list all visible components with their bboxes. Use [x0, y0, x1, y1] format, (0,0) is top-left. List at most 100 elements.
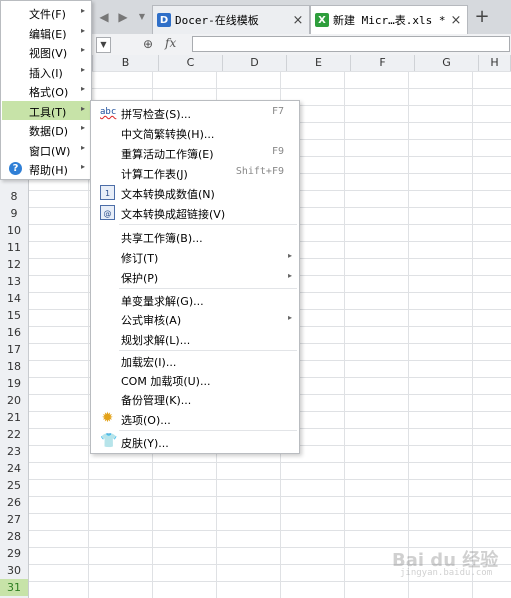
new-tab-button[interactable]: +: [472, 7, 492, 27]
chevron-right-icon: ▸: [287, 313, 292, 322]
menu-item-edit[interactable]: 编辑(E) ▸: [2, 23, 91, 43]
tab-spreadsheet[interactable]: X 新建 Micr…表.xls * ×: [310, 5, 468, 34]
menu-item-help[interactable]: ? 帮助(H) ▸: [2, 159, 91, 179]
row-header-item[interactable]: 28: [0, 528, 28, 545]
menu-item-com-addins[interactable]: COM 加载项(U)...: [92, 370, 298, 390]
close-icon[interactable]: ×: [291, 13, 305, 28]
row-header-item[interactable]: 19: [0, 375, 28, 392]
column-header-b[interactable]: B: [93, 55, 159, 71]
menu-item-label: COM 加载项(U)...: [121, 375, 211, 388]
menu-item-label: 文件(F): [29, 8, 66, 21]
row-header-item-selected[interactable]: 31: [0, 579, 28, 596]
column-header-h[interactable]: H: [479, 55, 511, 71]
menu-item-calc-sheet[interactable]: 计算工作表(J) Shift+F9: [92, 163, 298, 183]
row-header-item[interactable]: 14: [0, 290, 28, 307]
menu-item-backup[interactable]: 备份管理(K)...: [92, 389, 298, 409]
column-header-f[interactable]: F: [351, 55, 415, 71]
menu-item-share-workbook[interactable]: 共享工作簿(B)...: [92, 227, 298, 247]
menu-item-formula-audit[interactable]: 公式审核(A) ▸: [92, 309, 298, 329]
row-header-item[interactable]: 22: [0, 426, 28, 443]
column-header-g[interactable]: G: [415, 55, 479, 71]
menu-item-label: 修订(T): [121, 252, 159, 265]
menu-item-addins[interactable]: 加载宏(I)...: [92, 351, 298, 371]
row-header-item[interactable]: 21: [0, 409, 28, 426]
zoom-icon[interactable]: ⊕: [143, 36, 159, 52]
menu-item-format[interactable]: 格式(O) ▸: [2, 81, 91, 101]
row-header-item[interactable]: 11: [0, 239, 28, 256]
menu-item-spell-check[interactable]: abc 拼写检查(S)... F7: [92, 103, 298, 123]
tab-docer[interactable]: D Docer-在线模板 ×: [152, 5, 310, 34]
row-header-item[interactable]: 16: [0, 324, 28, 341]
menu-item-label: 格式(O): [29, 86, 69, 99]
help-icon: ?: [9, 162, 22, 175]
row-header-item[interactable]: 13: [0, 273, 28, 290]
docer-icon: D: [157, 13, 171, 27]
chevron-right-icon: ▸: [80, 6, 85, 15]
menu-item-label: 公式审核(A): [121, 314, 182, 327]
row-header-item[interactable]: 23: [0, 443, 28, 460]
menu-item-skin[interactable]: 👕 皮肤(Y)...: [92, 432, 298, 452]
menu-separator: [119, 224, 297, 225]
spell-check-icon: abc: [100, 107, 117, 117]
row-header-item[interactable]: 17: [0, 341, 28, 358]
menu-item-label: 共享工作簿(B)...: [121, 232, 203, 245]
menu-item-protection[interactable]: 保护(P) ▸: [92, 267, 298, 287]
shortcut-label: F9: [271, 146, 284, 157]
menu-item-file[interactable]: 文件(F) ▸: [2, 3, 91, 23]
row-header-item[interactable]: 25: [0, 477, 28, 494]
menu-item-label: 中文简繁转换(H)...: [121, 128, 215, 141]
chevron-right-icon: ▸: [80, 142, 85, 152]
row-header-item[interactable]: 20: [0, 392, 28, 409]
chevron-right-icon: ▸: [80, 103, 85, 113]
row-header-item[interactable]: 24: [0, 460, 28, 477]
menu-item-label: 保护(P): [121, 272, 159, 285]
menu-item-label: 备份管理(K)...: [121, 394, 192, 407]
namebox-dropdown-icon[interactable]: ▼: [96, 37, 111, 53]
column-header-e[interactable]: E: [287, 55, 351, 71]
menu-item-tools[interactable]: 工具(T) ▸: [2, 100, 91, 120]
row-header-item[interactable]: 29: [0, 545, 28, 562]
menu-item-label: 文本转换成数值(N): [121, 188, 215, 201]
chevron-right-icon: ▸: [80, 162, 85, 171]
menu-item-window[interactable]: 窗口(W) ▸: [2, 140, 91, 160]
menu-item-label: 编辑(E): [29, 27, 67, 41]
chevron-right-icon: ▸: [80, 64, 85, 74]
menu-separator: [119, 430, 297, 431]
menu-item-solver[interactable]: 规划求解(L)...: [92, 329, 298, 349]
row-header-item[interactable]: 27: [0, 511, 28, 528]
menu-item-view[interactable]: 视图(V) ▸: [2, 42, 91, 62]
row-header-item[interactable]: 15: [0, 307, 28, 324]
row-header-item[interactable]: 8: [0, 188, 28, 205]
column-header-d[interactable]: D: [223, 55, 287, 71]
menu-item-label: 规划求解(L)...: [121, 334, 191, 347]
back-icon[interactable]: ◀: [96, 9, 112, 25]
menu-item-insert[interactable]: 插入(I) ▸: [2, 62, 91, 82]
menu-item-data[interactable]: 数据(D) ▸: [2, 120, 91, 140]
fx-icon[interactable]: fx: [165, 36, 176, 50]
column-header-c[interactable]: C: [159, 55, 223, 71]
menu-item-track-changes[interactable]: 修订(T) ▸: [92, 247, 298, 267]
menu-item-text-to-hyperlink[interactable]: @ 文本转换成超链接(V): [92, 203, 298, 223]
forward-icon[interactable]: ▶: [115, 9, 131, 25]
row-header-item[interactable]: 12: [0, 256, 28, 273]
close-icon[interactable]: ×: [449, 13, 463, 28]
shortcut-label: F7: [271, 106, 284, 117]
menu-item-goal-seek[interactable]: 单变量求解(G)...: [92, 290, 298, 310]
menu-item-options[interactable]: ✹ 选项(O)...: [92, 409, 298, 429]
menu-item-label: 计算工作表(J): [121, 168, 188, 181]
tab-title: Docer-在线模板: [175, 14, 259, 27]
menu-item-text-to-number[interactable]: 1 文本转换成数值(N): [92, 183, 298, 203]
tab-dropdown-icon[interactable]: ▼: [134, 9, 150, 25]
formula-input[interactable]: [192, 36, 510, 52]
row-header-item[interactable]: 18: [0, 358, 28, 375]
menu-item-label: 选项(O)...: [121, 414, 171, 427]
menu-item-recalc-workbook[interactable]: 重算活动工作簿(E) F9: [92, 143, 298, 163]
chevron-right-icon: ▸: [287, 251, 292, 260]
row-header-item[interactable]: 10: [0, 222, 28, 239]
watermark-url: jingyan.baidu.com: [400, 568, 493, 578]
row-header-item[interactable]: 30: [0, 562, 28, 579]
menu-item-chinese-convert[interactable]: 中文简繁转换(H)...: [92, 123, 298, 143]
menu-item-label: 帮助(H): [29, 164, 68, 177]
row-header-item[interactable]: 9: [0, 205, 28, 222]
row-header-item[interactable]: 26: [0, 494, 28, 511]
